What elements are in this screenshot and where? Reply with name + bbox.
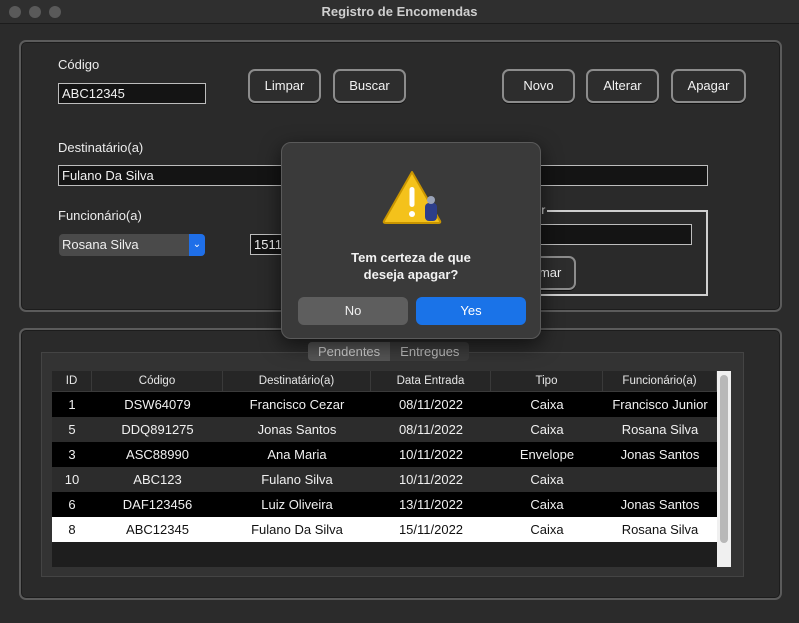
cell-tipo: Caixa <box>530 422 564 437</box>
column-header-data-entrada[interactable]: Data Entrada <box>371 371 491 391</box>
cell-funcionario: Rosana Silva <box>621 422 699 437</box>
cell-tipo: Caixa <box>530 497 564 512</box>
no-button[interactable]: No <box>298 297 408 325</box>
status-input[interactable] <box>532 224 692 245</box>
column-header-id[interactable]: ID <box>52 371 92 391</box>
cell-codigo: DSW64079 <box>124 397 191 412</box>
warning-icon <box>382 171 442 224</box>
cell-destinatario: Fulano Da Silva <box>251 522 343 537</box>
cell-tipo: Caixa <box>530 397 564 412</box>
table-row[interactable]: 6 DAF123456 Luiz Oliveira 13/11/2022 Cai… <box>52 492 717 517</box>
cell-destinatario: Luiz Oliveira <box>261 497 333 512</box>
novo-button[interactable]: Novo <box>502 69 575 103</box>
column-header-destinatario[interactable]: Destinatário(a) <box>223 371 371 391</box>
alterar-button[interactable]: Alterar <box>586 69 659 103</box>
cell-id: 6 <box>68 497 76 512</box>
cell-codigo: DDQ891275 <box>121 422 194 437</box>
buscar-button[interactable]: Buscar <box>333 69 406 103</box>
dialog-message-line1: Tem certeza de que <box>351 250 471 265</box>
cell-codigo: ABC12345 <box>126 522 189 537</box>
cell-destinatario: Jonas Santos <box>257 422 337 437</box>
table-row[interactable]: 1 DSW64079 Francisco Cezar 08/11/2022 Ca… <box>52 392 717 417</box>
yes-button[interactable]: Yes <box>416 297 526 325</box>
cell-id: 10 <box>64 472 80 487</box>
funcionario-select-value: Rosana Silva <box>62 237 139 252</box>
cell-tipo: Envelope <box>519 447 575 462</box>
cell-data-entrada: 13/11/2022 <box>398 497 464 512</box>
column-header-funcionario[interactable]: Funcionário(a) <box>603 371 717 391</box>
cell-destinatario: Fulano Silva <box>261 472 333 487</box>
cell-id: 8 <box>68 522 76 537</box>
cell-tipo: Caixa <box>530 522 564 537</box>
tab-pendentes[interactable]: Pendentes <box>308 342 391 361</box>
cell-codigo: ASC88990 <box>126 447 189 462</box>
table-row-selected[interactable]: 8 ABC12345 Fulano Da Silva 15/11/2022 Ca… <box>52 517 717 542</box>
column-header-codigo[interactable]: Código <box>92 371 223 391</box>
cell-data-entrada: 15/11/2022 <box>398 522 464 537</box>
scrollbar-thumb[interactable] <box>720 375 728 543</box>
cell-codigo: DAF123456 <box>122 497 193 512</box>
apagar-button[interactable]: Apagar <box>671 69 746 103</box>
codigo-input[interactable]: ABC12345 <box>58 83 206 104</box>
orders-table: ID Código Destinatário(a) Data Entrada T… <box>52 371 717 567</box>
cell-funcionario: Rosana Silva <box>621 522 699 537</box>
table-row[interactable]: 3 ASC88990 Ana Maria 10/11/2022 Envelope… <box>52 442 717 467</box>
window-title: Registro de Encomendas <box>321 4 478 19</box>
cell-funcionario: Jonas Santos <box>620 447 700 462</box>
funcionario-label: Funcionário(a) <box>58 208 142 223</box>
title-bar: Registro de Encomendas <box>0 0 799 24</box>
cell-id: 1 <box>68 397 76 412</box>
table-row[interactable]: 10 ABC123 Fulano Silva 10/11/2022 Caixa <box>52 467 717 492</box>
limpar-button[interactable]: Limpar <box>248 69 321 103</box>
tab-entregues[interactable]: Entregues <box>390 342 470 361</box>
cell-funcionario <box>603 467 717 492</box>
destinatario-label: Destinatário(a) <box>58 140 144 155</box>
cell-data-entrada: 10/11/2022 <box>398 472 464 487</box>
dialog-message-line2: deseja apagar? <box>363 267 459 282</box>
codigo-label: Código <box>58 57 100 72</box>
cell-data-entrada: 08/11/2022 <box>398 397 464 412</box>
cell-tipo: Caixa <box>530 472 564 487</box>
table-scrollbar[interactable] <box>717 371 731 567</box>
cell-funcionario: Jonas Santos <box>620 497 700 512</box>
cell-destinatario: Ana Maria <box>267 447 327 462</box>
funcionario-select[interactable]: Rosana Silva ⌄ <box>59 234 205 256</box>
cell-id: 5 <box>68 422 76 437</box>
column-header-tipo[interactable]: Tipo <box>491 371 603 391</box>
cell-id: 3 <box>68 447 76 462</box>
cell-data-entrada: 10/11/2022 <box>398 447 464 462</box>
dialog-message: Tem certeza de que deseja apagar? <box>282 249 540 283</box>
tab-bar: Pendentes Entregues <box>308 342 470 361</box>
table-row[interactable]: 5 DDQ891275 Jonas Santos 08/11/2022 Caix… <box>52 417 717 442</box>
cell-funcionario: Francisco Junior <box>612 397 708 412</box>
confirm-delete-dialog: Tem certeza de que deseja apagar? No Yes <box>281 142 541 339</box>
table-header: ID Código Destinatário(a) Data Entrada T… <box>52 371 717 392</box>
cell-codigo: ABC123 <box>133 472 182 487</box>
chevron-down-icon: ⌄ <box>189 234 205 256</box>
cell-destinatario: Francisco Cezar <box>249 397 345 412</box>
cell-data-entrada: 08/11/2022 <box>398 422 464 437</box>
